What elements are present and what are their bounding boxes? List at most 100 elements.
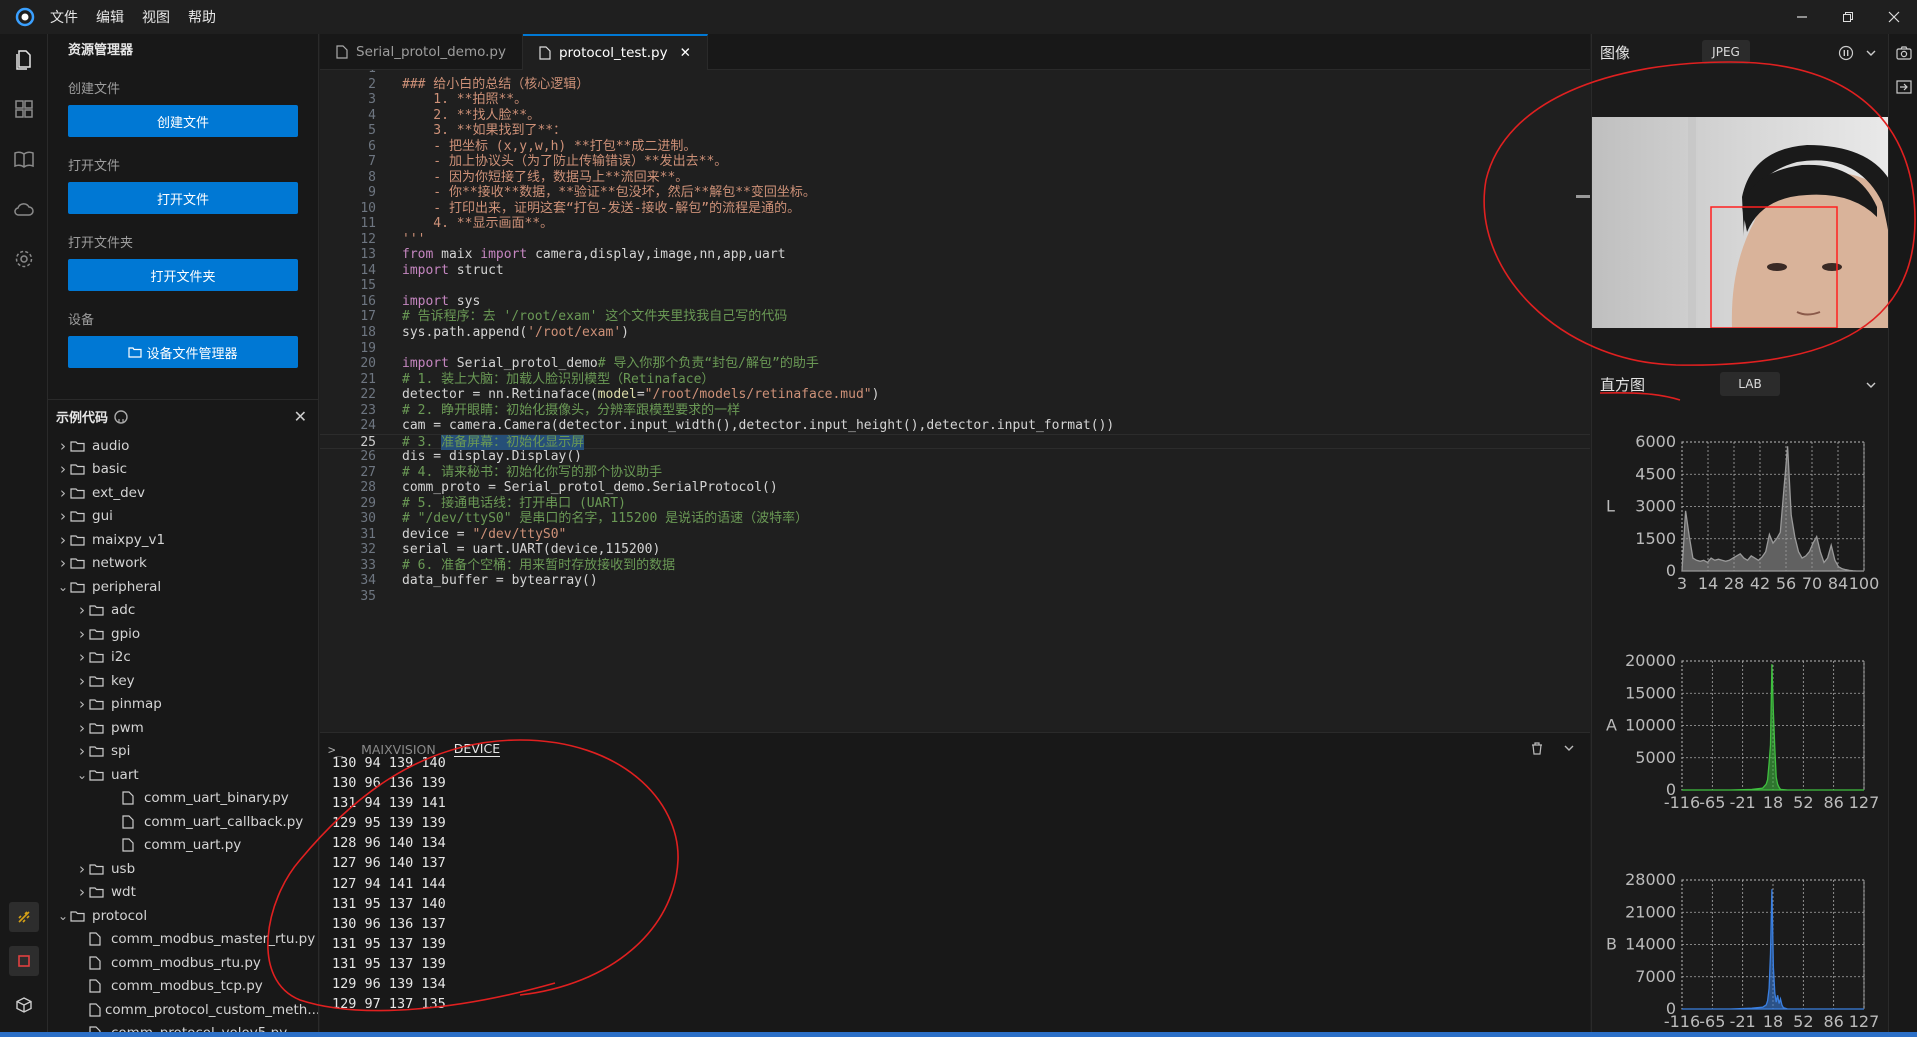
tree-folder[interactable]: ⌄ protocol bbox=[48, 904, 318, 928]
activity-docs[interactable] bbox=[0, 134, 48, 184]
close-tab-icon[interactable]: ✕ bbox=[680, 45, 691, 61]
tree-folder[interactable]: › key bbox=[48, 669, 318, 693]
folder-icon bbox=[70, 581, 88, 593]
code-line[interactable]: 3 1. **拍照**。 bbox=[320, 92, 1590, 108]
code-line[interactable]: 28 comm_proto = Serial_protol_demo.Serial… bbox=[320, 480, 1590, 496]
tree-file[interactable]: comm_modbus_tcp.py bbox=[48, 975, 318, 999]
histogram-mode-select[interactable]: LAB bbox=[1720, 372, 1780, 396]
code-line[interactable]: 14 import struct bbox=[320, 263, 1590, 279]
connect-device-button[interactable] bbox=[0, 895, 48, 939]
code-line[interactable]: 8 - 因为你短接了线，数据马上**流回来**。 bbox=[320, 170, 1590, 186]
restore-button[interactable] bbox=[1825, 0, 1871, 34]
code-line[interactable]: 20 import Serial_protol_demo# 导入你那个负责“封包/… bbox=[320, 356, 1590, 372]
tree-folder[interactable]: ⌄ uart bbox=[48, 763, 318, 787]
code-line[interactable]: 34 data_buffer = bytearray() bbox=[320, 573, 1590, 589]
code-line[interactable]: 2 ### 给小白的总结（核心逻辑） bbox=[320, 77, 1590, 93]
tree-item-label: adc bbox=[111, 602, 136, 619]
chevron-down-icon[interactable] bbox=[1864, 46, 1878, 60]
code-token: sys bbox=[456, 293, 481, 309]
menu-file[interactable]: 文件 bbox=[50, 7, 78, 27]
tree-folder[interactable]: › spi bbox=[48, 740, 318, 764]
code-line[interactable]: 26 dis = display.Display() bbox=[320, 449, 1590, 465]
tab-serial-protol-demo[interactable]: Serial_protol_demo.py bbox=[320, 34, 523, 70]
tree-folder[interactable]: › usb bbox=[48, 857, 318, 881]
export-icon[interactable] bbox=[1896, 80, 1912, 94]
code-line[interactable]: 5 3. **如果找到了**： bbox=[320, 123, 1590, 139]
code-line[interactable]: 21 # 1. 装上大脑：加载人脸识别模型（Retinaface） bbox=[320, 372, 1590, 388]
code-line[interactable]: 25 # 3. 准备屏幕：初始化显示屏 bbox=[320, 433, 1590, 450]
code-line[interactable]: 16 import sys bbox=[320, 294, 1590, 310]
tree-folder[interactable]: › gpio bbox=[48, 622, 318, 646]
tree-folder[interactable]: ⌄ peripheral bbox=[48, 575, 318, 599]
minimize-button[interactable] bbox=[1779, 0, 1825, 34]
code-line[interactable]: 12 ''' bbox=[320, 232, 1590, 248]
code-line[interactable]: 30 # "/dev/ttyS0" 是串口的名字，115200 是说话的语速（波特… bbox=[320, 511, 1590, 527]
line-number: 3 bbox=[368, 92, 376, 108]
tree-folder[interactable]: › adc bbox=[48, 599, 318, 623]
create-file-button[interactable]: 创建文件 bbox=[68, 105, 298, 137]
menu-edit[interactable]: 编辑 bbox=[96, 7, 124, 27]
tree-folder[interactable]: › wdt bbox=[48, 881, 318, 905]
tree-folder[interactable]: › gui bbox=[48, 505, 318, 529]
code-line[interactable]: 23 # 2. 睁开眼睛：初始化摄像头，分辨率跟模型要求的一样 bbox=[320, 403, 1590, 419]
activity-settings[interactable] bbox=[0, 234, 48, 284]
device-file-manager-button[interactable]: 设备文件管理器 bbox=[68, 336, 298, 368]
code-line[interactable]: 13 from maix import camera,display,image,… bbox=[320, 247, 1590, 263]
activity-explorer[interactable] bbox=[0, 34, 48, 84]
code-line[interactable]: 6 - 把坐标 (x,y,w,h) **打包**成二进制。 bbox=[320, 139, 1590, 155]
code-line[interactable]: 9 - 你**接收**数据，**验证**包没坏，然后**解包**变回坐标。 bbox=[320, 185, 1590, 201]
tree-folder[interactable]: › network bbox=[48, 552, 318, 576]
tree-file[interactable]: comm_protocol_custom_meth... bbox=[48, 998, 318, 1022]
tree-folder[interactable]: › pinmap bbox=[48, 693, 318, 717]
code-line[interactable]: 7 - 加上协议头（为了防止传输错误）**发出去**。 bbox=[320, 154, 1590, 170]
image-format-select[interactable]: JPEG bbox=[1702, 40, 1750, 64]
code-line[interactable]: 19 bbox=[320, 341, 1590, 357]
tree-folder[interactable]: › ext_dev bbox=[48, 481, 318, 505]
chevron-down-icon[interactable] bbox=[1562, 741, 1576, 755]
tree-file[interactable]: comm_modbus_rtu.py bbox=[48, 951, 318, 975]
code-line[interactable]: 32 serial = uart.UART(device,115200) bbox=[320, 542, 1590, 558]
stop-button[interactable] bbox=[0, 939, 48, 983]
trash-icon[interactable] bbox=[1530, 741, 1544, 755]
code-line[interactable]: 27 # 4. 请来秘书：初始化你写的那个协议助手 bbox=[320, 465, 1590, 481]
activity-extensions[interactable] bbox=[0, 84, 48, 134]
code-line[interactable]: 31 device = "/dev/ttyS0" bbox=[320, 527, 1590, 543]
menu-view[interactable]: 视图 bbox=[142, 7, 170, 27]
editor-tabs: Serial_protol_demo.py protocol_test.py ✕ bbox=[320, 34, 1590, 70]
tree-file[interactable]: comm_uart_callback.py bbox=[48, 810, 318, 834]
code-line[interactable]: 15 bbox=[320, 278, 1590, 294]
chevron-down-icon[interactable] bbox=[1864, 378, 1878, 392]
open-file-button[interactable]: 打开文件 bbox=[68, 182, 298, 214]
tree-item-label: i2c bbox=[111, 649, 131, 666]
tree-folder[interactable]: › pwm bbox=[48, 716, 318, 740]
close-examples-button[interactable]: ✕ bbox=[294, 407, 307, 426]
code-editor[interactable]: 1'''2### 给小白的总结（核心逻辑）3 1. **拍照**。4 2. **… bbox=[320, 70, 1590, 730]
code-line[interactable]: 29 # 5. 接通电话线：打开串口 (UART) bbox=[320, 496, 1590, 512]
code-line[interactable]: 24 cam = camera.Camera(detector.input_wid… bbox=[320, 418, 1590, 434]
tree-folder[interactable]: › i2c bbox=[48, 646, 318, 670]
camera-icon[interactable] bbox=[1896, 46, 1912, 60]
code-line[interactable]: 17 # 告诉程序：去 '/root/exam' 这个文件夹里找我自己写的代码 bbox=[320, 309, 1590, 325]
code-line[interactable]: 35 bbox=[320, 589, 1590, 605]
pause-icon[interactable] bbox=[1838, 45, 1854, 61]
tree-folder[interactable]: › audio bbox=[48, 434, 318, 458]
menu-help[interactable]: 帮助 bbox=[188, 7, 216, 27]
tree-folder[interactable]: › maixpy_v1 bbox=[48, 528, 318, 552]
tree-file[interactable]: comm_uart_binary.py bbox=[48, 787, 318, 811]
code-line[interactable]: 4 2. **找人脸**。 bbox=[320, 108, 1590, 124]
code-line[interactable]: 11 4. **显示画面**。 bbox=[320, 216, 1590, 232]
tree-file[interactable]: comm_modbus_master_rtu.py bbox=[48, 928, 318, 952]
activity-cloud[interactable] bbox=[0, 184, 48, 234]
open-folder-button[interactable]: 打开文件夹 bbox=[68, 259, 298, 291]
close-window-button[interactable] bbox=[1871, 0, 1917, 34]
package-button[interactable] bbox=[0, 983, 48, 1027]
code-line[interactable]: 33 # 6. 准备个空桶：用来暂时存放接收到的数据 bbox=[320, 558, 1590, 574]
tree-file[interactable]: comm_uart.py bbox=[48, 834, 318, 858]
code-line[interactable]: 10 - 打印出来，证明这套“打包-发送-接收-解包”的流程是通的。 bbox=[320, 201, 1590, 217]
editor-scrollbar-marker[interactable] bbox=[1576, 195, 1590, 198]
tab-device[interactable]: DEVICE bbox=[453, 741, 501, 757]
code-line[interactable]: 18 sys.path.append('/root/exam') bbox=[320, 325, 1590, 341]
tab-protocol-test[interactable]: protocol_test.py ✕ bbox=[522, 34, 708, 70]
code-line[interactable]: 22 detector = nn.Retinaface(model="/root/… bbox=[320, 387, 1590, 403]
tree-folder[interactable]: › basic bbox=[48, 458, 318, 482]
